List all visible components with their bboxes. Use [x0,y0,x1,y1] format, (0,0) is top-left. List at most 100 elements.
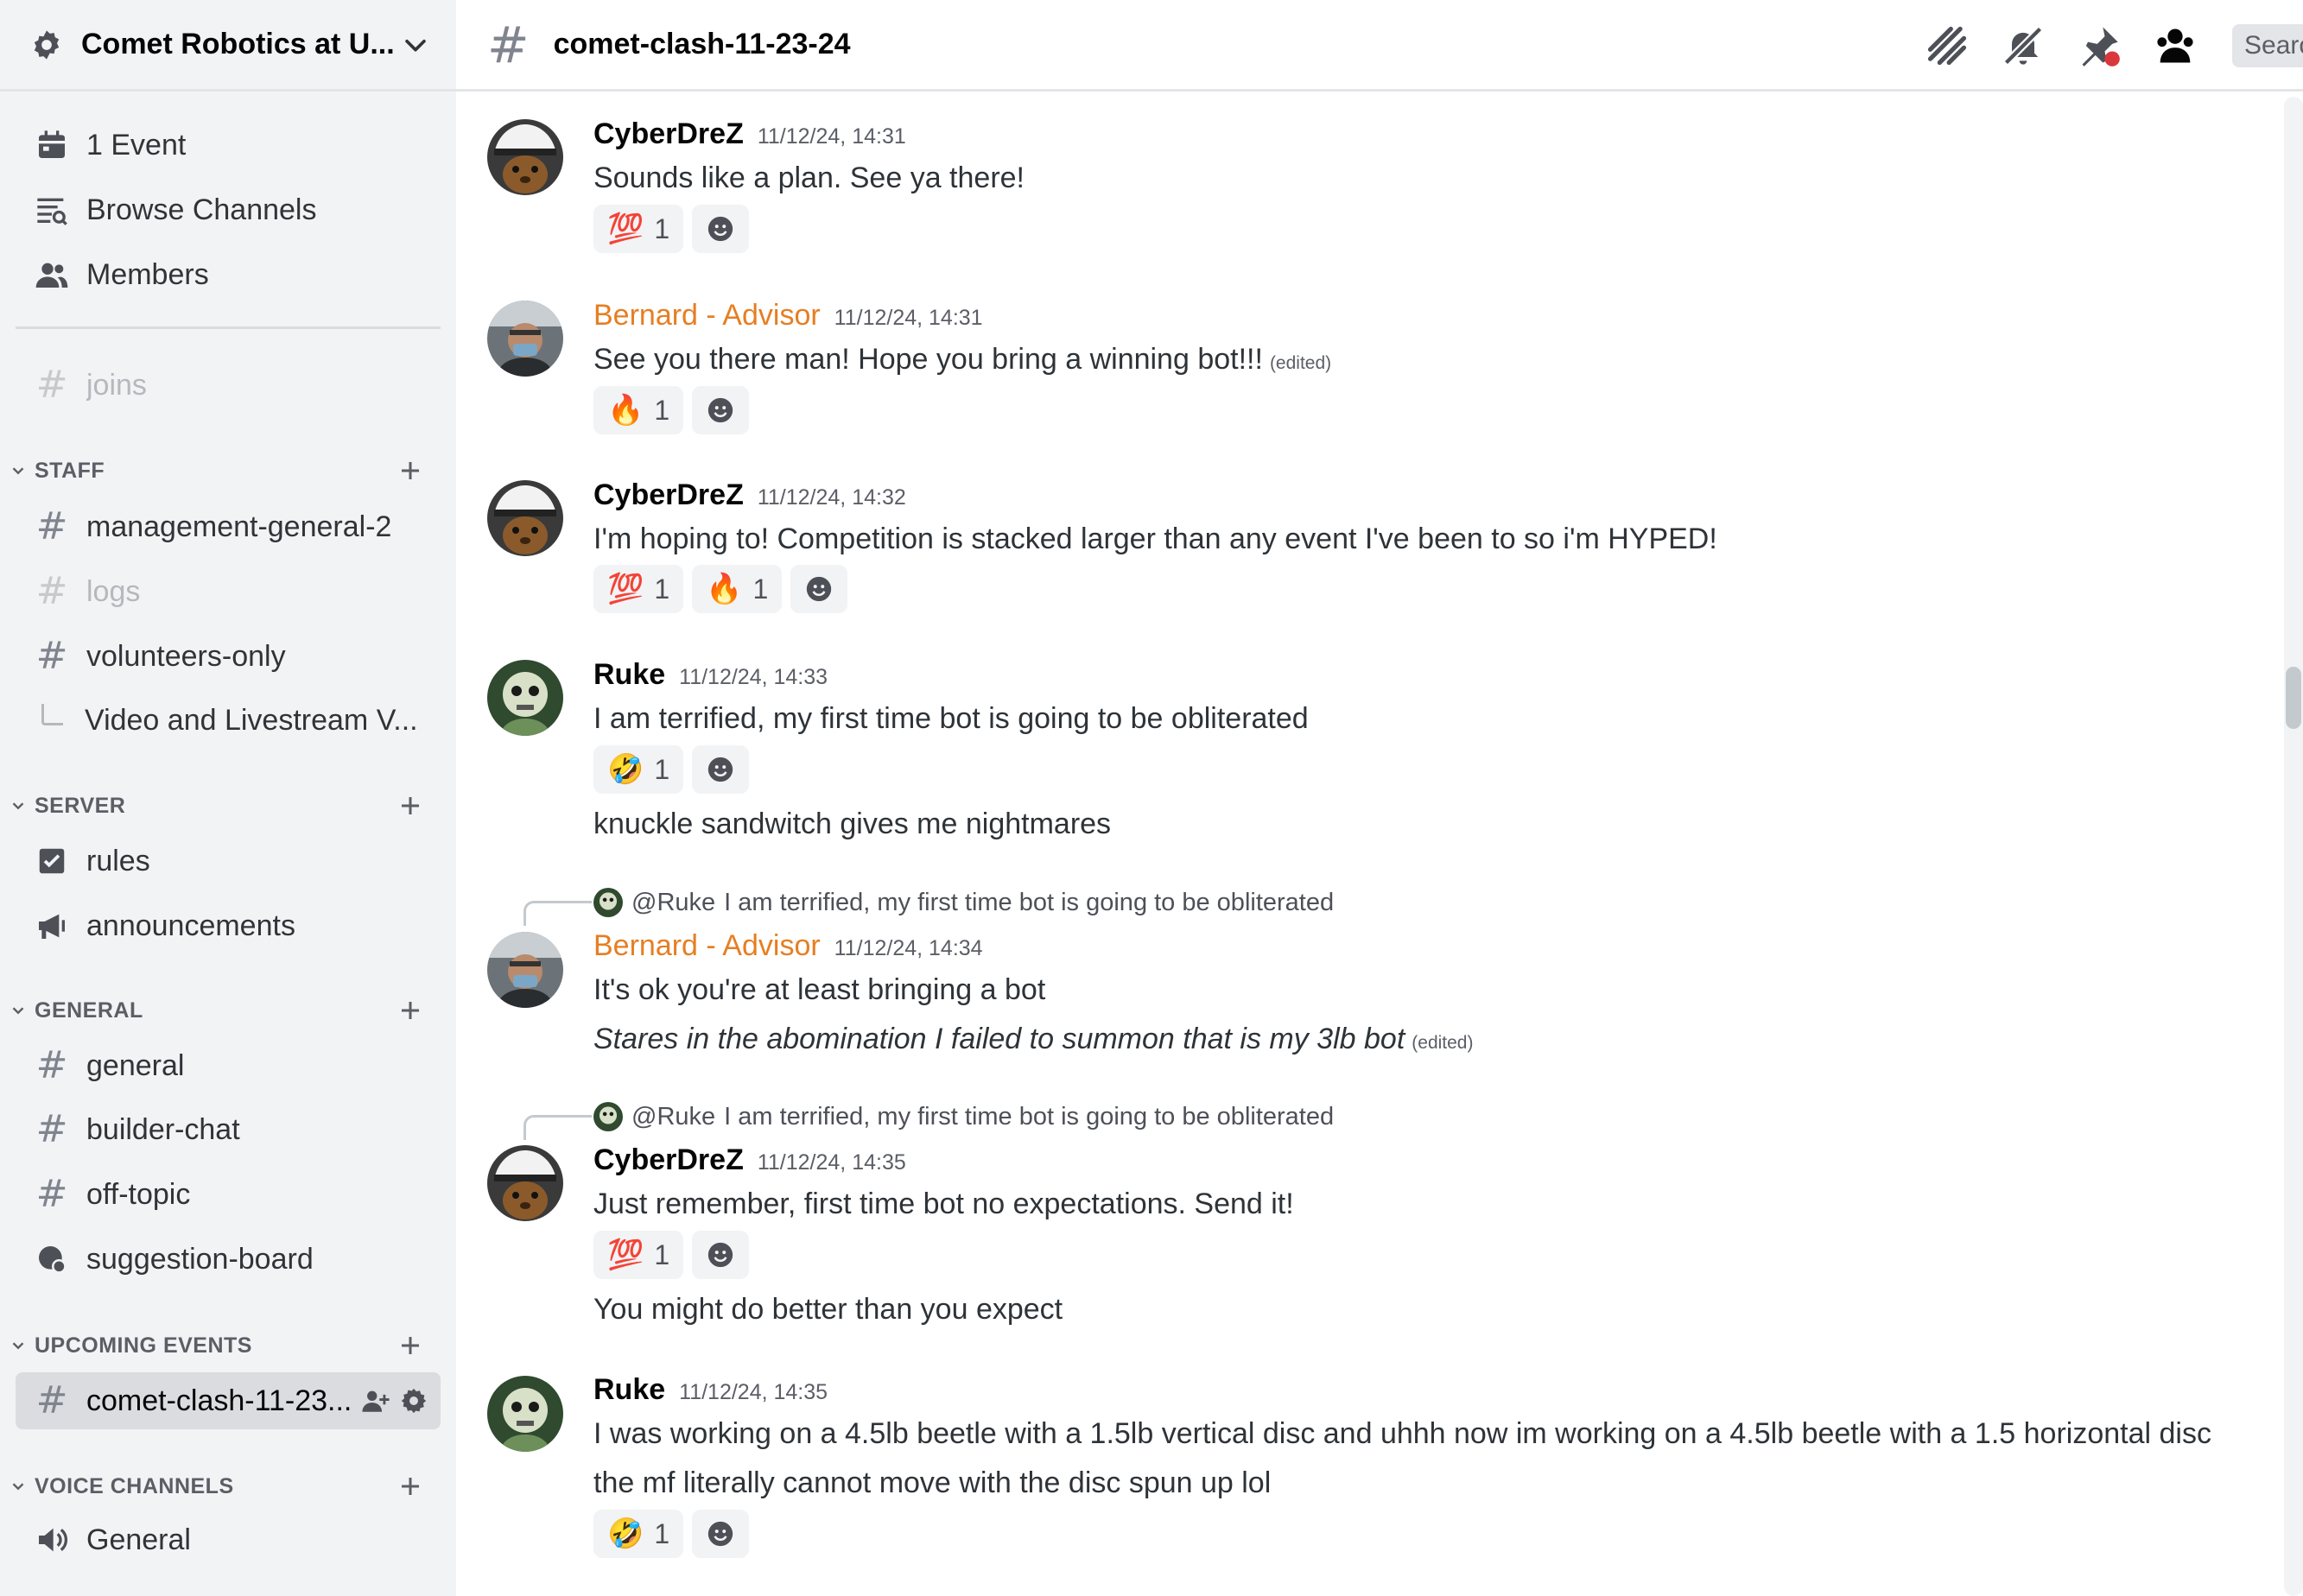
scrollbar-track[interactable] [2284,97,2303,1596]
reaction-bar: 🤣 1 [593,745,750,794]
sidebar-item-label: Members [86,257,209,291]
channel-label: volunteers-only [86,639,286,673]
sidebar-item-events[interactable]: 1 Event [16,118,441,172]
message-content: You might do better than you expect [593,1293,1063,1326]
thread-video-livestream[interactable]: Video and Livestream V... [67,694,441,747]
channel-builder-chat[interactable]: # builder-chat [16,1103,441,1156]
channel-rules[interactable]: rules [16,834,441,888]
message-content: Just remember, first time bot no expecta… [593,1188,1294,1220]
chevron-down-icon [12,1007,24,1015]
add-reaction-button[interactable] [692,386,750,434]
sidebar-item-browse-channels[interactable]: Browse Channels [16,183,441,237]
message-author[interactable]: CyberDreZ 11/12/24, 14:31 [593,117,906,151]
channel-label: General [86,1523,191,1556]
message-content: I am terrified, my first time bot is goi… [593,702,1309,735]
add-channel-icon[interactable] [397,458,423,484]
avatar[interactable] [487,1145,563,1221]
sidebar-item-members[interactable]: Members [16,248,441,301]
add-reaction-button[interactable] [692,205,750,253]
category-server[interactable]: SERVER [9,788,432,823]
gear-icon[interactable] [399,1386,428,1416]
avatar[interactable] [487,660,563,736]
reaction-bar: 🔥 1 [593,386,750,434]
reaction-chip[interactable]: 🔥 1 [692,565,783,613]
text-channel-icon: # [35,1107,68,1151]
add-channel-icon[interactable] [397,998,423,1023]
avatar[interactable] [487,1376,563,1452]
avatar [593,888,623,917]
avatar[interactable] [487,301,563,377]
avatar[interactable] [487,932,563,1008]
search-input[interactable]: Search [2232,24,2303,67]
add-channel-icon[interactable] [397,793,423,819]
reaction-chip[interactable]: 🤣 1 [593,745,684,794]
add-reaction-button[interactable] [692,1510,750,1558]
threads-button[interactable] [1923,22,1971,70]
channel-label: general [86,1048,185,1082]
chevron-down-icon [12,1483,24,1491]
notification-settings-button[interactable] [1999,22,2047,70]
channel-announcements[interactable]: announcements [16,899,441,953]
channel-label: comet-clash-11-23... [86,1384,352,1417]
locked-channel-icon: # [35,504,68,548]
rules-icon [33,842,71,880]
category-upcoming-events[interactable]: UPCOMING EVENTS [9,1328,432,1363]
channel-comet-clash[interactable]: # comet-clash-11-23... [16,1372,441,1429]
add-channel-icon[interactable] [397,1473,423,1499]
message-author[interactable]: Ruke 11/12/24, 14:35 [593,1373,828,1407]
message-author[interactable]: CyberDreZ 11/12/24, 14:35 [593,1143,906,1177]
reaction-chip[interactable]: 🤣 1 [593,1510,684,1558]
pinned-messages-button[interactable] [2075,22,2123,70]
avatar[interactable] [487,119,563,195]
server-name: Comet Robotics at U... [81,28,395,60]
message-author[interactable]: Bernard - Advisor 11/12/24, 14:34 [593,929,983,963]
channel-off-topic[interactable]: # off-topic [16,1168,441,1221]
reaction-bar: 💯 1 🔥 1 [593,565,848,613]
reply-spine [523,901,592,926]
locked-channel-icon: # [35,569,68,613]
add-reaction-button[interactable] [692,1231,750,1279]
category-general[interactable]: GENERAL [9,993,432,1028]
chevron-down-icon[interactable] [401,30,430,60]
channel-volunteers-only[interactable]: # volunteers-only [16,630,441,683]
channel-label: joins [86,368,147,402]
speaker-icon [33,1521,71,1559]
sidebar-item-label: 1 Event [86,128,187,162]
reaction-bar: 💯 1 [593,205,750,253]
reaction-chip[interactable]: 💯 1 [593,565,684,613]
category-voice-channels[interactable]: VOICE CHANNELS [9,1469,432,1504]
channel-sidebar: Comet Robotics at U... 1 Event Browse Ch… [0,0,456,1596]
message-author[interactable]: CyberDreZ 11/12/24, 14:32 [593,478,906,512]
channel-header: # comet-clash-11-23-24 Search [456,0,2303,92]
category-staff[interactable]: STAFF [9,453,432,488]
reply-reference[interactable]: @Ruke I am terrified, my first time bot … [593,888,1334,917]
member-list-button[interactable] [2151,22,2199,70]
edited-marker: (edited) [1412,1033,1474,1053]
channel-logs[interactable]: # logs [16,565,441,618]
voice-channel-general[interactable]: General [16,1513,441,1567]
add-reaction-button[interactable] [790,565,848,613]
sidebar-divider [16,326,441,329]
scrollbar-thumb[interactable] [2286,667,2301,729]
channel-label: announcements [86,909,295,942]
message-author[interactable]: Bernard - Advisor 11/12/24, 14:31 [593,299,983,332]
server-header[interactable]: Comet Robotics at U... [0,0,456,92]
channel-joins[interactable]: # joins [16,358,441,412]
add-reaction-button[interactable] [692,745,750,794]
channel-suggestion-board[interactable]: suggestion-board [16,1232,441,1286]
reply-reference[interactable]: @Ruke I am terrified, my first time bot … [593,1102,1334,1131]
channel-management-general-2[interactable]: # management-general-2 [16,500,441,554]
reaction-chip[interactable]: 🔥 1 [593,386,684,434]
add-channel-icon[interactable] [397,1333,423,1358]
server-guide-icon [34,29,60,60]
reaction-bar: 🤣 1 [593,1510,750,1558]
avatar[interactable] [487,480,563,556]
message-timestamp: 11/12/24, 14:35 [757,1150,906,1175]
reaction-chip[interactable]: 💯 1 [593,205,684,253]
reaction-chip[interactable]: 💯 1 [593,1231,684,1279]
message-author[interactable]: Ruke 11/12/24, 14:33 [593,658,828,692]
channel-general[interactable]: # general [16,1039,441,1092]
message-content: knuckle sandwitch gives me nightmares [593,808,1112,840]
category-label: STAFF [35,458,105,483]
invite-icon[interactable] [361,1386,390,1416]
